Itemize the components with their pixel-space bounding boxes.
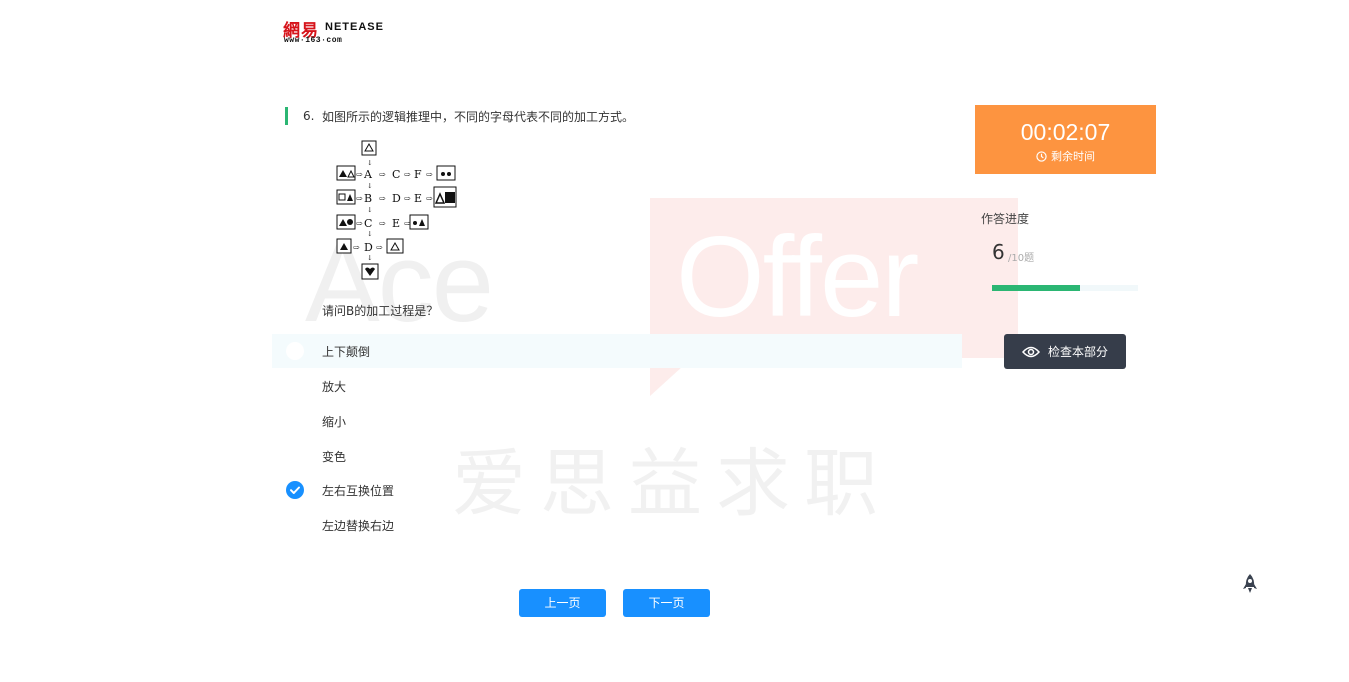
rocket-icon[interactable] (1241, 573, 1259, 595)
logo-url: www·163·com (284, 36, 343, 45)
option-6[interactable]: 左边替换右边 (286, 514, 686, 536)
svg-text:⇨: ⇨ (426, 170, 433, 179)
option-4-label: 变色 (322, 450, 347, 464)
svg-text:↓: ↓ (367, 254, 373, 262)
watermark-offer: Offer (676, 214, 919, 341)
diagram-letter-c2: C (364, 217, 372, 230)
question-marker (285, 107, 288, 125)
eye-icon (1021, 346, 1040, 357)
timer-caption: 剩余时间 (975, 148, 1156, 164)
netease-logo: 網易 NETEASE www·163·com (283, 16, 383, 48)
option-6-label: 左边替换右边 (322, 519, 395, 533)
progress-label: 作答进度 (981, 212, 1030, 226)
check-section-button[interactable]: 检查本部分 (1004, 334, 1126, 369)
option-2-label: 放大 (322, 380, 347, 394)
option-5[interactable]: 左右互换位置 (286, 479, 686, 501)
svg-text:⇨: ⇨ (356, 170, 363, 179)
progress-bar-fill (992, 285, 1080, 291)
option-6-radio[interactable] (286, 516, 304, 534)
option-3-label: 缩小 (322, 415, 347, 429)
svg-text:⇨: ⇨ (356, 219, 363, 228)
check-icon[interactable] (286, 481, 304, 499)
svg-text:↓: ↓ (367, 159, 373, 167)
option-1-radio[interactable] (286, 342, 304, 360)
question-text: 如图所示的逻辑推理中，不同的字母代表不同的加工方式。 (322, 110, 635, 124)
option-4-radio[interactable] (286, 447, 304, 465)
timer-value: 00:02:07 (1020, 119, 1111, 145)
svg-text:↓: ↓ (367, 182, 373, 190)
check-section-label: 检查本部分 (1047, 345, 1108, 359)
option-3-radio[interactable] (286, 412, 304, 430)
timer-panel: 00:02:07 剩余时间 (975, 105, 1156, 174)
logic-diagram: ↓ ⇨ A ⇨ C ⇨ F ⇨ ↓ ⇨ B ⇨ D ⇨ E ⇨ ↓ ⇨ C ⇨ … (336, 140, 457, 280)
diagram-letter-e1: E (414, 192, 422, 205)
svg-text:⇨: ⇨ (379, 194, 386, 203)
next-page-button[interactable]: 下一页 (623, 589, 710, 617)
progress-current: 6 (992, 240, 1005, 264)
prev-page-button[interactable]: 上一页 (519, 589, 606, 617)
progress-total: /10题 (1008, 253, 1035, 264)
diagram-letter-a: A (363, 168, 373, 181)
svg-text:⇨: ⇨ (404, 170, 411, 179)
diagram-letter-c1: C (392, 168, 400, 181)
question-number: 6. (303, 109, 315, 123)
timer-label: 剩余时间 (1051, 150, 1095, 163)
svg-text:⇨: ⇨ (379, 219, 386, 228)
svg-text:⇨: ⇨ (426, 194, 433, 203)
question-subtext: 请问B的加工过程是？ (322, 304, 439, 318)
progress-bar (992, 285, 1138, 291)
svg-text:⇨: ⇨ (379, 170, 386, 179)
diagram-letter-e2: E (392, 217, 400, 230)
option-1[interactable]: 上下颠倒 (286, 340, 686, 362)
svg-text:↓: ↓ (367, 230, 373, 238)
diagram-letter-f: F (414, 168, 422, 181)
svg-text:⇨: ⇨ (353, 243, 360, 252)
diagram-letter-d2: D (364, 241, 373, 254)
option-5-label: 左右互换位置 (322, 484, 395, 498)
option-4[interactable]: 变色 (286, 445, 686, 467)
logo-en: NETEASE (325, 21, 384, 33)
option-2-radio[interactable] (286, 377, 304, 395)
clock-icon (1036, 150, 1047, 162)
svg-text:⇨: ⇨ (356, 194, 363, 203)
option-3[interactable]: 缩小 (286, 410, 686, 432)
svg-text:⇨: ⇨ (376, 243, 383, 252)
svg-text:↓: ↓ (367, 206, 373, 214)
svg-text:⇨: ⇨ (404, 194, 411, 203)
option-2[interactable]: 放大 (286, 375, 686, 397)
diagram-letter-b: B (364, 192, 372, 205)
option-1-label: 上下颠倒 (322, 345, 371, 359)
diagram-letter-d1: D (392, 192, 401, 205)
